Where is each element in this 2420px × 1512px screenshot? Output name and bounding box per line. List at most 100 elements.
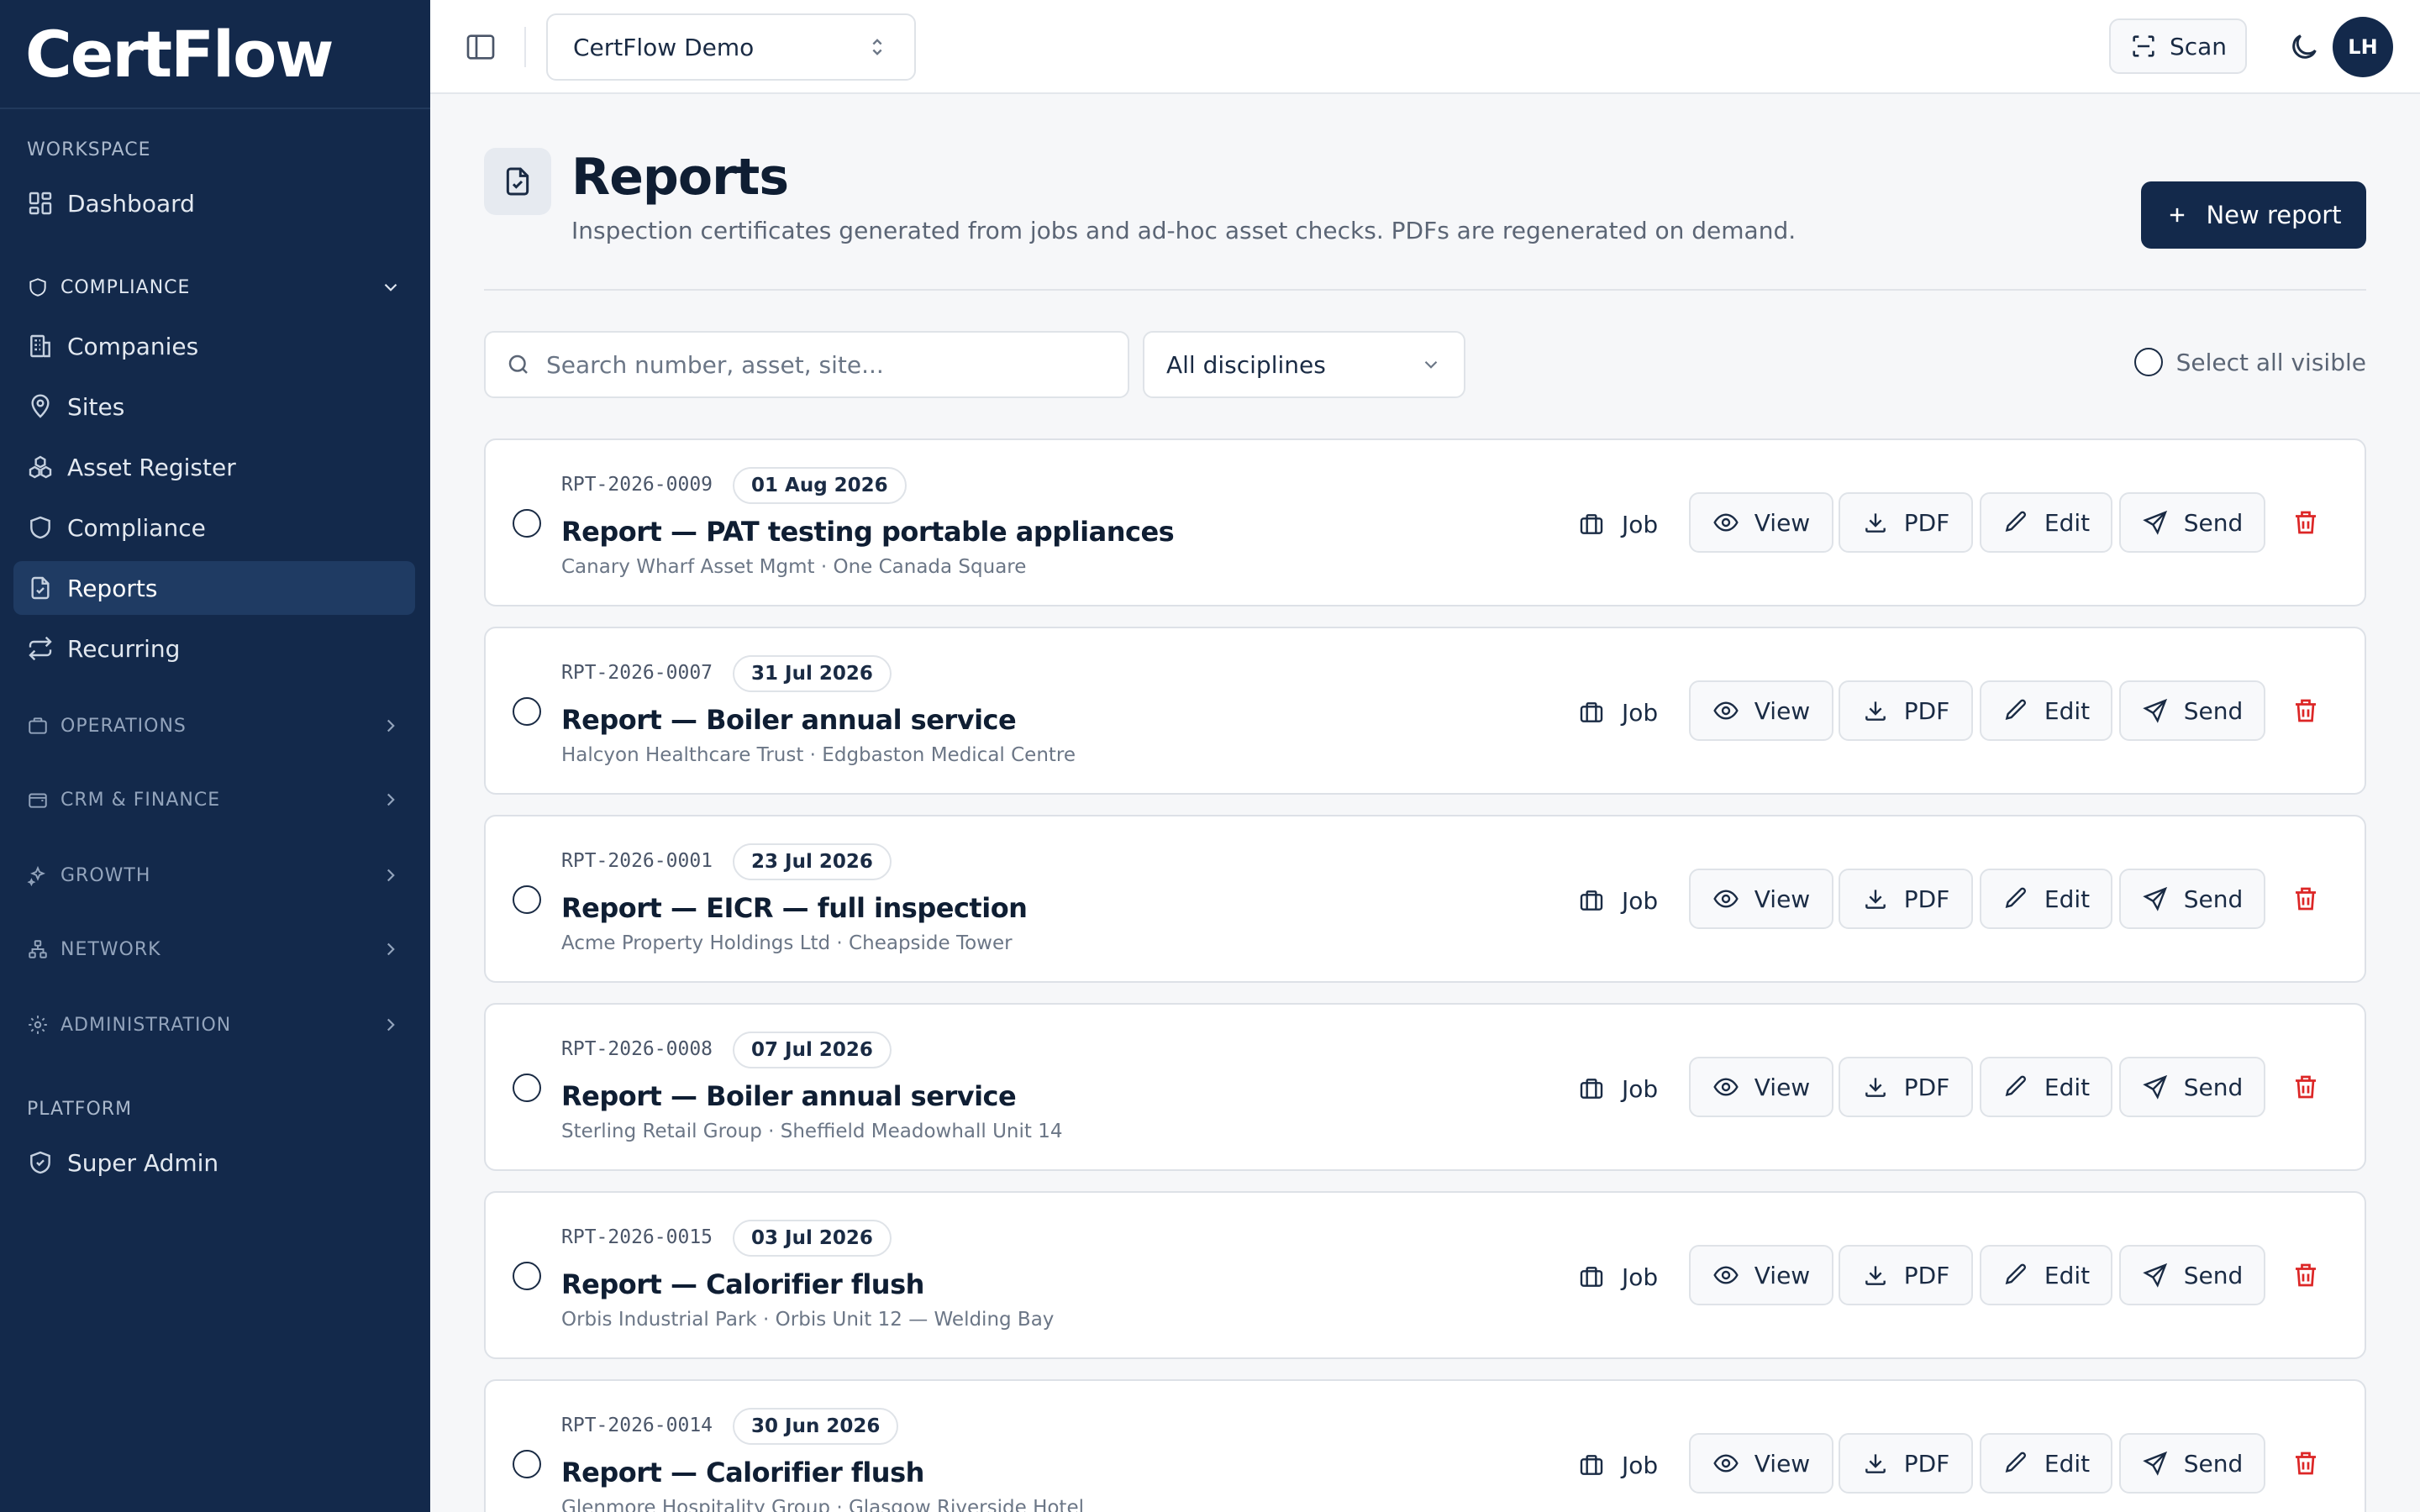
report-checkbox[interactable]	[513, 1262, 541, 1290]
search-box[interactable]	[484, 331, 1129, 398]
pdf-button[interactable]: PDF	[1839, 1245, 1973, 1305]
sidebar-item-dashboard[interactable]: Dashboard	[13, 176, 415, 230]
delete-button[interactable]	[2291, 696, 2321, 726]
report-checkbox[interactable]	[513, 1074, 541, 1102]
delete-button[interactable]	[2291, 1448, 2321, 1478]
shield-check-icon	[30, 1151, 50, 1174]
report-title[interactable]: Report — Boiler annual service	[561, 1080, 1017, 1112]
edit-button[interactable]: Edit	[1980, 869, 2112, 929]
file-check-icon	[506, 167, 529, 196]
report-title[interactable]: Report — Boiler annual service	[561, 704, 1017, 736]
sidebar-item-reports[interactable]: Reports	[13, 561, 415, 615]
sidebar-group-label: OPERATIONS	[60, 715, 187, 737]
view-label: View	[1754, 1261, 1811, 1289]
sidebar-item-asset-register[interactable]: Asset Register	[13, 440, 415, 494]
view-button[interactable]: View	[1689, 680, 1833, 741]
pdf-button[interactable]: PDF	[1839, 869, 1973, 929]
send-label: Send	[2183, 1449, 2244, 1478]
select-all-label: Select all visible	[2175, 348, 2366, 376]
pdf-button[interactable]: PDF	[1839, 1433, 1973, 1494]
download-icon	[1865, 513, 1886, 533]
moon-icon	[2292, 34, 2317, 59]
delete-button[interactable]	[2291, 1260, 2321, 1290]
sidebar-item-label: Dashboard	[67, 189, 195, 218]
edit-button[interactable]: Edit	[1980, 492, 2112, 553]
sidebar-group-operations[interactable]: OPERATIONS	[27, 709, 402, 743]
report-date-badge: 30 Jun 2026	[733, 1408, 899, 1445]
sidebar-group-network[interactable]: NETWORK	[27, 932, 402, 966]
report-checkbox[interactable]	[513, 1450, 541, 1478]
send-icon	[2142, 1263, 2167, 1288]
report-title[interactable]: Report — Calorifier flush	[561, 1268, 924, 1300]
sidebar-item-compliance[interactable]: Compliance	[13, 501, 415, 554]
edit-button[interactable]: Edit	[1980, 1245, 2112, 1305]
send-icon	[2142, 510, 2167, 535]
theme-toggle-button[interactable]	[2287, 30, 2321, 64]
send-button[interactable]: Send	[2119, 1245, 2265, 1305]
edit-button[interactable]: Edit	[1980, 1057, 2112, 1117]
view-button[interactable]: View	[1689, 492, 1833, 553]
user-avatar[interactable]: LH	[2333, 17, 2393, 77]
sidebar-group-label: COMPLIANCE	[60, 276, 191, 298]
sidebar-item-sites[interactable]: Sites	[13, 380, 415, 433]
map-pin-icon	[31, 394, 50, 418]
delete-button[interactable]	[2291, 1072, 2321, 1102]
sidebar-item-companies[interactable]: Companies	[13, 319, 415, 373]
page-icon	[484, 148, 551, 215]
download-icon	[1865, 701, 1886, 721]
brand-logo[interactable]: CertFlow	[0, 0, 430, 109]
organisation-name: CertFlow Demo	[573, 33, 755, 61]
sidebar-group-label: NETWORK	[60, 938, 161, 960]
search-input[interactable]	[546, 350, 1084, 379]
pdf-button[interactable]: PDF	[1839, 492, 1973, 553]
edit-button[interactable]: Edit	[1980, 1433, 2112, 1494]
edit-button[interactable]: Edit	[1980, 680, 2112, 741]
report-checkbox[interactable]	[513, 697, 541, 726]
edit-label: Edit	[2044, 885, 2091, 913]
view-button[interactable]: View	[1689, 1433, 1833, 1494]
organisation-select[interactable]: CertFlow Demo	[546, 13, 916, 81]
view-button[interactable]: View	[1689, 869, 1833, 929]
sidebar-group-growth[interactable]: GROWTH	[27, 858, 402, 892]
report-title[interactable]: Report — EICR — full inspection	[561, 892, 1028, 924]
briefcase-icon	[1580, 890, 1603, 911]
sidebar-item-super-admin[interactable]: Super Admin	[13, 1136, 415, 1189]
report-checkbox[interactable]	[513, 885, 541, 914]
pdf-label: PDF	[1903, 1073, 1950, 1101]
sidebar-group-administration[interactable]: ADMINISTRATION	[27, 1008, 402, 1042]
discipline-select[interactable]: All disciplines	[1143, 331, 1465, 398]
file-check-icon	[31, 576, 50, 600]
scan-icon	[2133, 35, 2154, 57]
shield-icon	[30, 516, 50, 539]
sidebar-group-compliance[interactable]: COMPLIANCE	[27, 270, 402, 304]
plus-icon	[2170, 207, 2185, 223]
view-button[interactable]: View	[1689, 1057, 1833, 1117]
send-button[interactable]: Send	[2119, 1057, 2265, 1117]
page-title: Reports	[571, 148, 789, 207]
report-title[interactable]: Report — Calorifier flush	[561, 1457, 924, 1488]
pdf-button[interactable]: PDF	[1839, 1057, 1973, 1117]
select-all-visible[interactable]: Select all visible	[2133, 348, 2366, 376]
sidebar-item-recurring[interactable]: Recurring	[13, 622, 415, 675]
scan-button[interactable]: Scan	[2109, 18, 2247, 74]
boxes-icon	[29, 455, 52, 479]
select-all-checkbox[interactable]	[2133, 348, 2163, 376]
sidebar-group-label: GROWTH	[60, 864, 151, 886]
report-checkbox[interactable]	[513, 509, 541, 538]
sidebar-toggle-button[interactable]	[464, 30, 497, 64]
send-button[interactable]: Send	[2119, 680, 2265, 741]
send-button[interactable]: Send	[2119, 492, 2265, 553]
report-title[interactable]: Report — PAT testing portable appliances	[561, 516, 1175, 548]
trash-icon	[2296, 1263, 2316, 1287]
delete-button[interactable]	[2291, 884, 2321, 914]
view-button[interactable]: View	[1689, 1245, 1833, 1305]
send-button[interactable]: Send	[2119, 1433, 2265, 1494]
delete-button[interactable]	[2291, 507, 2321, 538]
new-report-button[interactable]: New report	[2141, 181, 2366, 249]
send-button[interactable]: Send	[2119, 869, 2265, 929]
new-report-label: New report	[2206, 201, 2342, 229]
report-card: RPT-2026-0008 07 Jul 2026 Report — Boile…	[484, 1003, 2366, 1171]
sidebar-group-crm-finance[interactable]: CRM & FINANCE	[27, 783, 402, 816]
pdf-button[interactable]: PDF	[1839, 680, 1973, 741]
wallet-icon	[29, 793, 47, 808]
